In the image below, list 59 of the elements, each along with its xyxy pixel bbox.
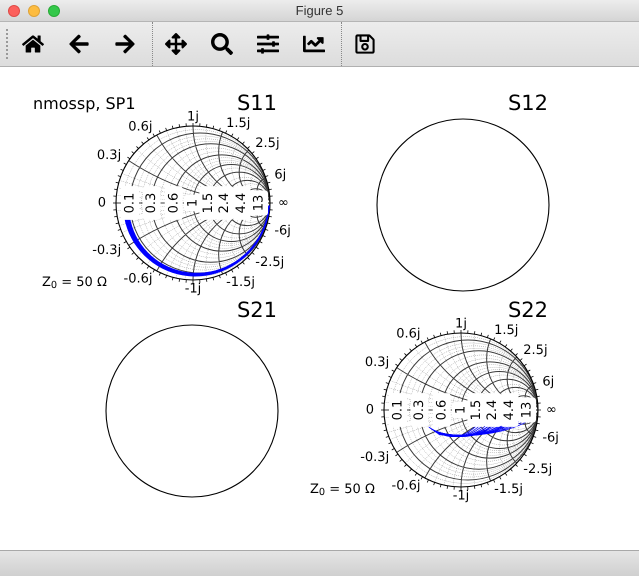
resistance-label: 0.3 <box>410 393 429 427</box>
reactance-label: -1.5j <box>494 482 524 497</box>
reactance-label: -0.3j <box>360 450 390 465</box>
reactance-label: 1j <box>455 316 467 332</box>
reactance-label: 6j <box>274 168 286 183</box>
back-icon <box>68 33 90 55</box>
reactance-label: -2.5j <box>255 254 284 270</box>
chart-icon <box>303 33 325 55</box>
resistance-label: 0.1 <box>121 186 139 220</box>
reactance-label: 0.3j <box>96 148 122 164</box>
resistance-label: 2.4 <box>484 393 502 427</box>
impedance-label: Z$_{0}$ = 50 Ω <box>310 481 375 499</box>
impedance-label: Z$_{0}$ = 50 Ω <box>42 274 107 292</box>
plot-title: S22 <box>508 298 548 322</box>
forward-icon <box>114 33 136 55</box>
reactance-label: -6j <box>542 430 559 446</box>
reactance-label: -1.5j <box>226 274 256 290</box>
plot-title: S12 <box>508 91 548 115</box>
resistance-label: 13 <box>250 190 268 216</box>
reactance-label: 0.3j <box>364 355 390 370</box>
reactance-label: 2.5j <box>255 136 280 152</box>
axis-label: ∞ <box>278 196 289 210</box>
axis-label: 0 <box>366 402 374 418</box>
close-icon[interactable] <box>8 4 20 16</box>
resistance-label: 1.5 <box>467 393 486 427</box>
axis-label: ∞ <box>546 402 557 418</box>
reactance-label: 0.6j <box>128 120 153 135</box>
reactance-label: -0.3j <box>92 242 122 258</box>
resistance-label: 0.6 <box>432 393 451 427</box>
reactance-label: -0.6j <box>392 478 421 494</box>
reactance-label: 2.5j <box>523 343 548 358</box>
reactance-label: 0.6j <box>396 326 421 342</box>
save-icon <box>354 33 376 55</box>
resistance-label: 4.4 <box>500 393 518 427</box>
plot-title: S11 <box>236 91 278 115</box>
reactance-label: -6j <box>274 223 291 238</box>
reactance-label: -1j <box>452 488 470 504</box>
reactance-label: -0.6j <box>124 271 153 286</box>
reactance-label: 1j <box>187 110 199 124</box>
plot-title: S21 <box>236 298 278 322</box>
home-icon <box>22 33 44 55</box>
reactance-label: 1.5j <box>226 116 250 132</box>
resistance-label: 13 <box>518 397 536 423</box>
reactance-label: 1.5j <box>494 323 518 338</box>
reactance-label: 6j <box>542 374 554 390</box>
resistance-label: 2.4 <box>216 186 234 220</box>
figure-annotation: nmossp, SP1 <box>33 94 136 113</box>
zoom-icon <box>211 33 233 55</box>
axis-label: 0 <box>98 196 106 210</box>
resistance-label: 1.5 <box>199 186 218 220</box>
resistance-label: 4.4 <box>232 186 250 220</box>
resistance-label: 0.6 <box>164 186 183 220</box>
resistance-label: 0.1 <box>389 393 407 427</box>
reactance-label: -1j <box>184 282 202 296</box>
sliders-icon <box>257 33 279 55</box>
window-title: Figure 5 <box>296 2 344 20</box>
reactance-label: -2.5j <box>523 462 552 477</box>
resistance-label: 0.3 <box>142 186 161 220</box>
pan-icon <box>165 33 187 55</box>
